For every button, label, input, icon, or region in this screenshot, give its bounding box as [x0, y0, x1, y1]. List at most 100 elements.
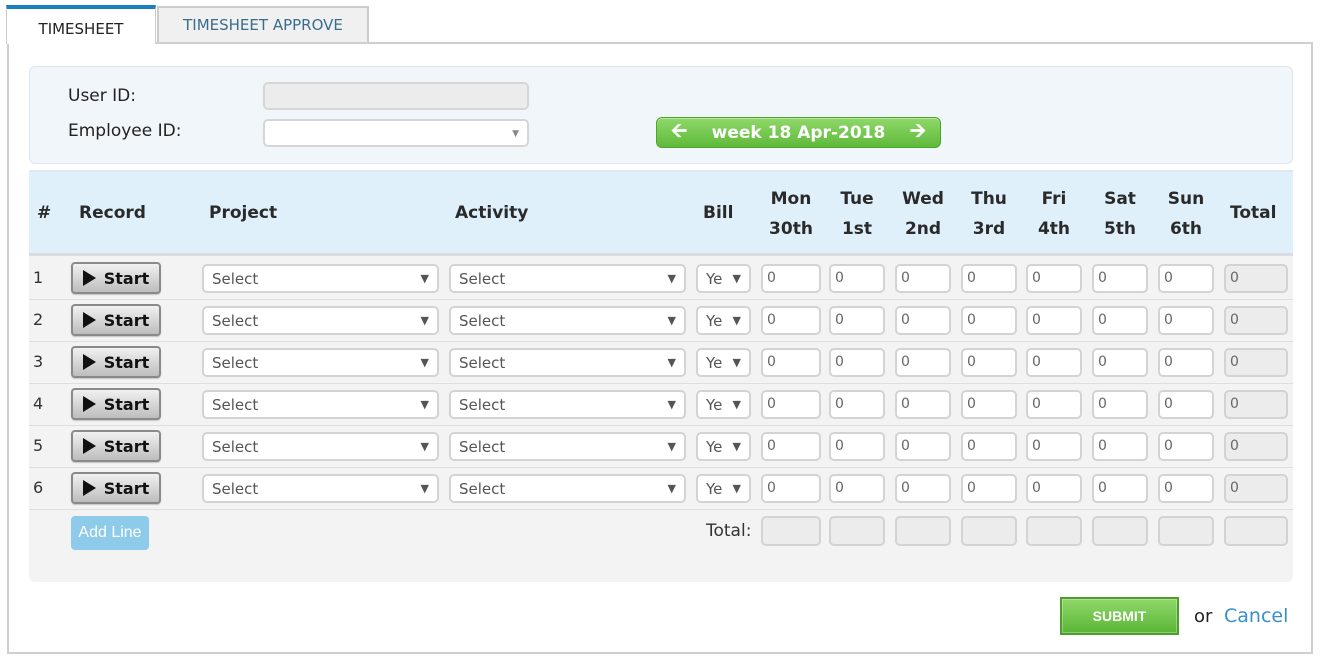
start-button[interactable]: Start — [71, 346, 161, 378]
table-row: 4 Start Select ▼ Select ▼ Ye ▼ 0 0 0 0 0 0 0 0 — [29, 384, 1293, 426]
hours-input[interactable]: 0 — [1026, 474, 1082, 503]
totals-label: Total: — [706, 521, 752, 541]
employee-id-label: Employee ID: — [68, 121, 182, 141]
hours-input[interactable]: 0 — [829, 264, 885, 293]
project-select[interactable]: Select ▼ — [202, 432, 439, 461]
hours-input[interactable]: 0 — [1092, 264, 1148, 293]
activity-value: Select — [459, 270, 506, 288]
project-select[interactable]: Select ▼ — [202, 390, 439, 419]
hours-input[interactable]: 0 — [761, 306, 821, 335]
bill-value: Ye — [706, 312, 723, 330]
chevron-down-icon: ▼ — [420, 356, 429, 369]
bill-select[interactable]: Ye ▼ — [696, 264, 751, 293]
chevron-down-icon: ▼ — [512, 129, 519, 139]
hours-input[interactable]: 0 — [961, 264, 1017, 293]
hours-input[interactable]: 0 — [761, 348, 821, 377]
row-number: 2 — [33, 310, 44, 329]
project-select[interactable]: Select ▼ — [202, 306, 439, 335]
hours-input[interactable]: 0 — [1092, 432, 1148, 461]
header-day-date: 4th — [1037, 219, 1071, 239]
hours-input[interactable]: 0 — [1158, 264, 1214, 293]
hours-input[interactable]: 0 — [895, 390, 951, 419]
activity-select[interactable]: Select ▼ — [449, 348, 686, 377]
arrow-right-icon[interactable]: 🡪 — [910, 116, 926, 150]
table-row: 1 Start Select ▼ Select ▼ Ye ▼ 0 0 0 0 0 0 0 0 — [29, 258, 1293, 300]
project-select[interactable]: Select ▼ — [202, 348, 439, 377]
chevron-down-icon: ▼ — [420, 398, 429, 411]
activity-select[interactable]: Select ▼ — [449, 474, 686, 503]
bill-select[interactable]: Ye ▼ — [696, 474, 751, 503]
tab-timesheet-approve[interactable]: TIMESHEET APPROVE — [157, 6, 369, 42]
hours-input[interactable]: 0 — [1026, 432, 1082, 461]
submit-button[interactable]: SUBMIT — [1060, 597, 1179, 635]
bill-select[interactable]: Ye ▼ — [696, 348, 751, 377]
activity-select[interactable]: Select ▼ — [449, 306, 686, 335]
start-button[interactable]: Start — [71, 430, 161, 462]
hours-input[interactable]: 0 — [1158, 306, 1214, 335]
hours-input[interactable]: 0 — [1026, 306, 1082, 335]
hours-input[interactable]: 0 — [961, 432, 1017, 461]
tab-timesheet[interactable]: TIMESHEET — [6, 5, 156, 44]
arrow-left-icon[interactable]: 🡨 — [671, 116, 687, 150]
hours-input[interactable]: 0 — [1026, 390, 1082, 419]
add-line-button[interactable]: Add Line — [71, 516, 149, 550]
project-value: Select — [212, 438, 259, 456]
activity-value: Select — [459, 396, 506, 414]
hours-input[interactable]: 0 — [1092, 390, 1148, 419]
start-label: Start — [103, 394, 150, 414]
activity-select[interactable]: Select ▼ — [449, 432, 686, 461]
start-button[interactable]: Start — [71, 472, 161, 504]
hours-input[interactable]: 0 — [895, 474, 951, 503]
activity-select[interactable]: Select ▼ — [449, 264, 686, 293]
hours-input[interactable]: 0 — [961, 474, 1017, 503]
hours-input[interactable]: 0 — [961, 306, 1017, 335]
activity-value: Select — [459, 480, 506, 498]
hours-input[interactable]: 0 — [1026, 264, 1082, 293]
hours-input[interactable]: 0 — [1158, 390, 1214, 419]
day-total — [1092, 516, 1148, 546]
employee-id-select[interactable]: ▼ — [263, 119, 529, 147]
bill-select[interactable]: Ye ▼ — [696, 306, 751, 335]
header-total: Total — [1230, 203, 1277, 223]
hours-input[interactable]: 0 — [829, 348, 885, 377]
hours-input[interactable]: 0 — [761, 264, 821, 293]
chevron-down-icon: ▼ — [420, 314, 429, 327]
hours-input[interactable]: 0 — [829, 474, 885, 503]
project-select[interactable]: Select ▼ — [202, 474, 439, 503]
chevron-down-icon: ▼ — [732, 398, 741, 411]
start-label: Start — [103, 436, 150, 456]
hours-input[interactable]: 0 — [895, 432, 951, 461]
project-select[interactable]: Select ▼ — [202, 264, 439, 293]
hours-input[interactable]: 0 — [761, 474, 821, 503]
cancel-link[interactable]: Cancel — [1224, 605, 1288, 627]
hours-input[interactable]: 0 — [1158, 348, 1214, 377]
bill-select[interactable]: Ye ▼ — [696, 432, 751, 461]
start-button[interactable]: Start — [71, 388, 161, 420]
hours-input[interactable]: 0 — [1158, 474, 1214, 503]
start-button[interactable]: Start — [71, 304, 161, 336]
hours-input[interactable]: 0 — [829, 390, 885, 419]
bill-select[interactable]: Ye ▼ — [696, 390, 751, 419]
hours-input[interactable]: 0 — [1092, 348, 1148, 377]
chevron-down-icon: ▼ — [732, 440, 741, 453]
hours-input[interactable]: 0 — [1092, 474, 1148, 503]
start-button[interactable]: Start — [71, 262, 161, 294]
hours-input[interactable]: 0 — [1092, 306, 1148, 335]
user-id-input[interactable] — [263, 82, 529, 110]
hours-input[interactable]: 0 — [895, 264, 951, 293]
hours-input[interactable]: 0 — [761, 390, 821, 419]
hours-input[interactable]: 0 — [961, 348, 1017, 377]
hours-input[interactable]: 0 — [961, 390, 1017, 419]
header-day-date: 5th — [1103, 219, 1137, 239]
activity-select[interactable]: Select ▼ — [449, 390, 686, 419]
hours-input[interactable]: 0 — [1026, 348, 1082, 377]
hours-input[interactable]: 0 — [895, 306, 951, 335]
hours-input[interactable]: 0 — [1158, 432, 1214, 461]
hours-input[interactable]: 0 — [895, 348, 951, 377]
header-day-name: Mon — [770, 189, 812, 209]
user-id-label: User ID: — [68, 86, 136, 106]
hours-input[interactable]: 0 — [829, 306, 885, 335]
chevron-down-icon: ▼ — [732, 314, 741, 327]
hours-input[interactable]: 0 — [829, 432, 885, 461]
hours-input[interactable]: 0 — [761, 432, 821, 461]
